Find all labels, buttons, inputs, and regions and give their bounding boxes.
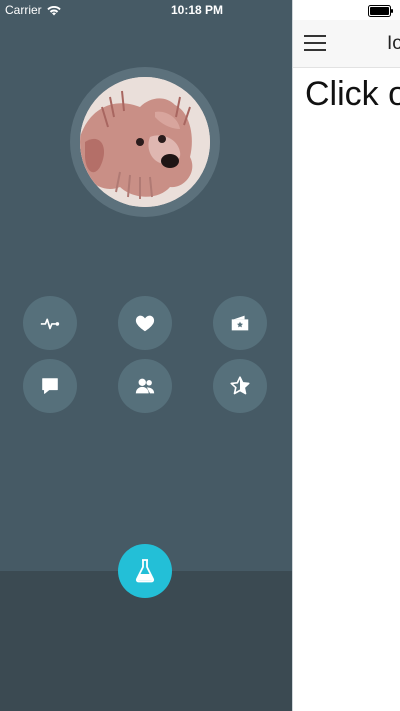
chat-button[interactable]: [23, 359, 77, 413]
status-carrier: Carrier: [5, 3, 62, 17]
nav-title: Io: [387, 33, 400, 54]
activity-icon: [40, 318, 60, 330]
wifi-icon: [46, 5, 61, 16]
star-button[interactable]: [213, 359, 267, 413]
users-icon: [135, 378, 155, 394]
menu-icon: [304, 35, 326, 37]
dog-photo: [80, 77, 210, 207]
menu-button[interactable]: [304, 35, 326, 52]
star-icon: [230, 376, 250, 395]
activity-button[interactable]: [23, 296, 77, 350]
lab-button[interactable]: [118, 544, 172, 598]
heart-icon: [135, 315, 155, 332]
users-button[interactable]: [118, 359, 172, 413]
navigation-bar: Io: [293, 20, 400, 68]
battery-icon: [368, 5, 393, 17]
avatar: [80, 77, 210, 207]
flask-icon: [135, 559, 155, 583]
main-content-panel[interactable]: Io Click o: [292, 0, 400, 711]
wallet-star-icon: [231, 315, 249, 331]
chat-icon: [42, 378, 58, 394]
carrier-label: Carrier: [5, 3, 42, 17]
main-heading: Click o: [305, 75, 400, 113]
side-drawer: Carrier: [0, 0, 292, 711]
wallet-button[interactable]: [213, 296, 267, 350]
heart-button[interactable]: [118, 296, 172, 350]
profile-avatar-ring[interactable]: [70, 67, 220, 217]
